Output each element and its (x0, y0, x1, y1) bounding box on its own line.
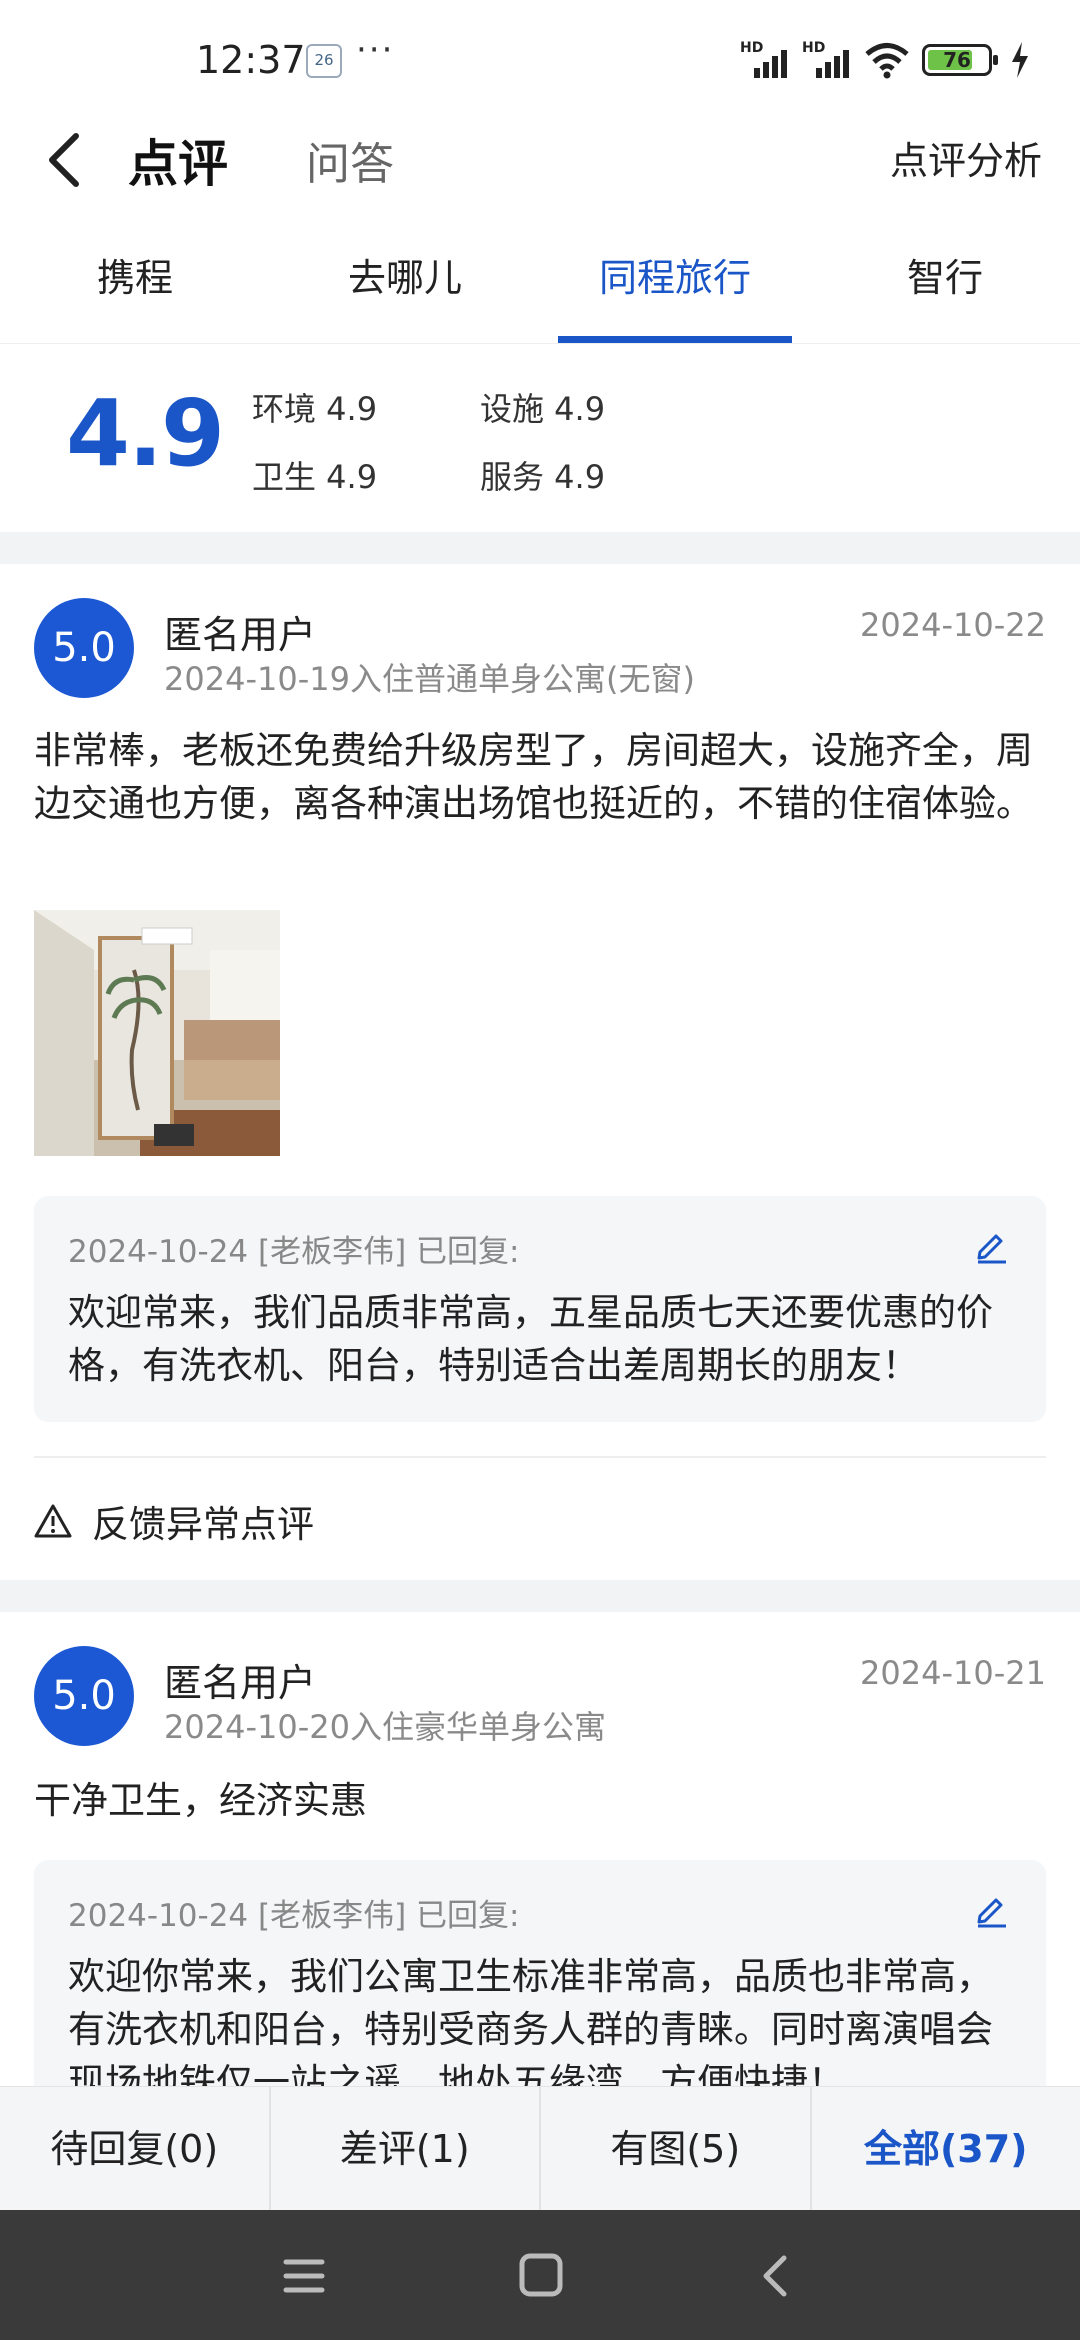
tab-tongcheng[interactable]: 同程旅行 (540, 230, 810, 343)
review-date: 2024-10-21 (860, 1654, 1046, 1692)
back-icon[interactable] (40, 128, 90, 192)
review-card: 5.0 匿名用户 2024-10-19入住普通单身公寓(无窗) 2024-10-… (0, 564, 1080, 1580)
review-stay-info: 2024-10-20入住豪华单身公寓 (164, 1708, 606, 1746)
rating-facilities: 设施 4.9 (480, 390, 606, 428)
warning-icon (34, 1504, 72, 1538)
review-analysis-link[interactable]: 点评分析 (890, 130, 1042, 185)
review-date: 2024-10-22 (860, 606, 1046, 644)
menu-icon[interactable] (274, 2250, 334, 2302)
review-score-badge: 5.0 (34, 1646, 134, 1746)
tab-zhixing[interactable]: 智行 (810, 230, 1080, 343)
rating-hygiene: 卫生 4.9 (252, 458, 378, 496)
section-divider (0, 532, 1080, 564)
more-notifications-icon: ··· (356, 30, 395, 70)
notification-icon: 26 (306, 44, 342, 78)
signal-icon-2: HD (802, 40, 852, 80)
rating-environment: 环境 4.9 (252, 390, 378, 428)
reply-header: 2024-10-24 [老板李伟] 已回复: (68, 1898, 520, 1934)
filter-all[interactable]: 全部(37) (812, 2087, 1080, 2210)
system-navigation-bar (0, 2210, 1080, 2340)
review-photo[interactable] (34, 910, 280, 1156)
status-bar: 12:37 26 ··· HD HD 76 (0, 0, 1080, 120)
room-photo-image (34, 910, 280, 1156)
tab-reviews[interactable]: 点评 (128, 124, 228, 196)
report-review-button[interactable]: 反馈异常点评 (34, 1494, 314, 1548)
review-score-badge: 5.0 (34, 598, 134, 698)
app-screen: 12:37 26 ··· HD HD 76 点评 问答 点评分析 携程 去哪儿 … (0, 0, 1080, 2340)
status-icons: HD HD 76 (740, 40, 1030, 80)
filter-pending-reply[interactable]: 待回复(0) (0, 2087, 271, 2210)
filter-negative[interactable]: 差评(1) (271, 2087, 541, 2210)
tab-qunar[interactable]: 去哪儿 (270, 230, 540, 343)
battery-icon: 76 (922, 44, 998, 76)
edit-icon[interactable] (972, 1226, 1010, 1264)
review-user: 匿名用户 (164, 613, 317, 657)
report-review-label: 反馈异常点评 (92, 1503, 314, 1546)
edit-icon[interactable] (972, 1890, 1010, 1928)
owner-reply: 2024-10-24 [老板李伟] 已回复: 欢迎你常来，我们公寓卫生标准非常高… (34, 1860, 1046, 2086)
home-icon[interactable] (510, 2250, 570, 2302)
rating-service: 服务 4.9 (480, 458, 606, 496)
tab-qa[interactable]: 问答 (306, 128, 394, 192)
owner-reply: 2024-10-24 [老板李伟] 已回复: 欢迎常来，我们品质非常高，五星品质… (34, 1196, 1046, 1422)
nav-back-icon[interactable] (746, 2250, 806, 2302)
review-filter-bar: 待回复(0) 差评(1) 有图(5) 全部(37) (0, 2086, 1080, 2210)
signal-icon: HD (740, 40, 790, 80)
rating-summary: 4.9 环境 4.9 设施 4.9 卫生 4.9 服务 4.9 (0, 344, 1080, 532)
review-card: 5.0 匿名用户 2024-10-20入住豪华单身公寓 2024-10-21 干… (0, 1612, 1080, 2086)
tab-ctrip[interactable]: 携程 (0, 230, 270, 343)
status-time: 12:37 (196, 38, 306, 82)
overall-score: 4.9 (66, 380, 225, 487)
reply-header: 2024-10-24 [老板李伟] 已回复: (68, 1234, 520, 1270)
section-divider (0, 1580, 1080, 1612)
battery-level: 76 (943, 48, 971, 72)
platform-tabs: 携程 去哪儿 同程旅行 智行 (0, 230, 1080, 344)
review-stay-info: 2024-10-19入住普通单身公寓(无窗) (164, 660, 695, 698)
reply-text: 欢迎你常来，我们公寓卫生标准非常高，品质也非常高，有洗衣机和阳台，特别受商务人群… (68, 1955, 993, 2086)
wifi-icon (865, 43, 909, 79)
reply-text: 欢迎常来，我们品质非常高，五星品质七天还要优惠的价格，有洗衣机、阳台，特别适合出… (68, 1291, 993, 1387)
charging-icon (1012, 42, 1028, 78)
header: 点评 问答 点评分析 (0, 110, 1080, 210)
card-divider (34, 1456, 1046, 1458)
filter-with-photos[interactable]: 有图(5) (541, 2087, 812, 2210)
review-user: 匿名用户 (164, 1661, 317, 1705)
review-content: 干净卫生，经济实惠 (34, 1779, 367, 1822)
review-content: 非常棒，老板还免费给升级房型了，房间超大，设施齐全，周边交通也方便，离各种演出场… (34, 729, 1033, 825)
